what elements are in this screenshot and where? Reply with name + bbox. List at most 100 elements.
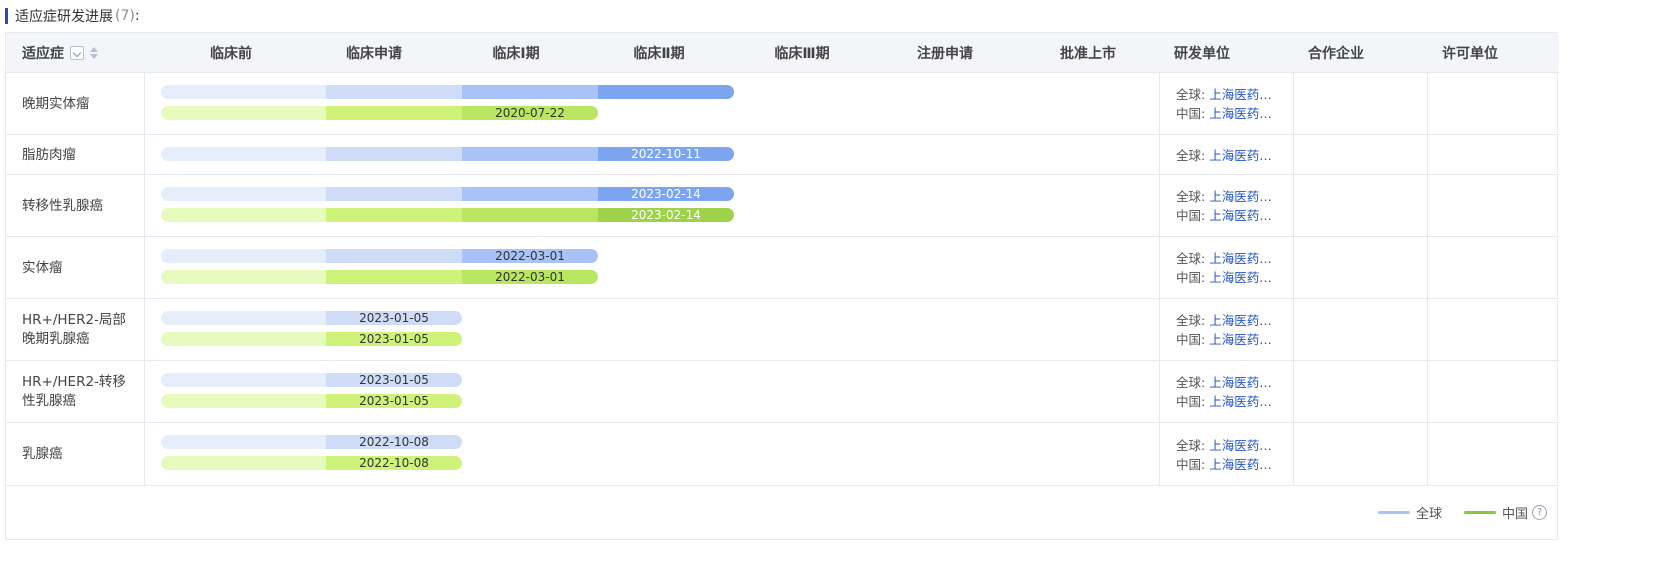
table-row[interactable]: 实体瘤 2022-03-01 2022-03-01 全球: 上海医药… 中国: 上海医药… <box>6 236 1559 298</box>
indication-name-line: 转移性乳腺癌 <box>22 197 103 214</box>
phase-segment <box>161 332 326 346</box>
table-row[interactable]: HR+/HER2-局部 晚期乳腺癌 2023-01-05 2023-01-05 全球: 上… <box>6 298 1559 360</box>
table-footer <box>6 485 1559 539</box>
column-divider <box>1427 175 1428 236</box>
rd-unit-company-link[interactable]: 上海医药… <box>1209 148 1272 163</box>
rd-unit-region-label: 中国: <box>1176 332 1206 347</box>
rd-unit-company-link[interactable]: 上海医药… <box>1209 375 1272 390</box>
phase-segment <box>161 394 326 408</box>
column-divider <box>1293 73 1294 134</box>
phase-date: 2022-10-11 <box>631 147 701 161</box>
table-header: 适应症 临床前 临床申请 临床Ⅰ期 临床Ⅱ期 临床Ⅲ期 注册申请 批准上市 研发… <box>6 33 1559 72</box>
rd-unit-company-link[interactable]: 上海医药… <box>1209 208 1272 223</box>
column-divider <box>1293 175 1294 236</box>
column-divider <box>1159 73 1160 134</box>
rd-unit-line: 中国: 上海医药… <box>1176 268 1272 287</box>
rd-unit-company-link[interactable]: 上海医药… <box>1209 394 1272 409</box>
column-divider <box>1293 237 1294 298</box>
section-title: 适应症研发进展 (7) : <box>5 6 140 26</box>
global-progress-bar[interactable]: 2023-01-05 <box>161 311 462 325</box>
header-phase-approved: 批准上市 <box>1060 45 1116 62</box>
rd-unit-cell: 全球: 上海医药… <box>1176 146 1272 165</box>
column-divider <box>144 73 145 134</box>
indication-name-line: HR+/HER2-转移 <box>22 374 126 390</box>
global-progress-bar[interactable]: 2023-01-05 <box>161 373 462 387</box>
phase-segment <box>326 106 462 120</box>
indication-name[interactable]: 实体瘤 <box>22 259 63 278</box>
table-row[interactable]: HR+/HER2-转移 性乳腺癌 2023-01-05 2023-01-05 全球: 上海… <box>6 360 1559 422</box>
phase-segment <box>598 85 734 99</box>
column-divider <box>1427 361 1428 422</box>
phase-segment <box>161 106 326 120</box>
global-progress-bar[interactable]: 2022-03-01 <box>161 249 598 263</box>
rd-unit-line: 全球: 上海医药… <box>1176 85 1272 104</box>
rd-unit-cell: 全球: 上海医药… 中国: 上海医药… <box>1176 373 1272 411</box>
header-phase-ind: 临床申请 <box>346 45 402 62</box>
phase-segment <box>161 456 326 470</box>
sort-icon[interactable] <box>90 46 98 59</box>
column-divider <box>144 175 145 236</box>
global-progress-bar[interactable]: 2022-10-08 <box>161 435 462 449</box>
rd-unit-company-link[interactable]: 上海医药… <box>1209 457 1272 472</box>
title-accent-bar <box>5 8 8 24</box>
global-progress-bar[interactable]: 2022-10-11 <box>161 147 734 161</box>
phase-segment <box>161 85 326 99</box>
table-row[interactable]: 转移性乳腺癌 2023-02-14 2023-02-14 全球: 上海医药… 中国: 上海医… <box>6 174 1559 236</box>
phase-date: 2022-10-08 <box>359 435 429 449</box>
indication-name-line: 脂肪肉瘤 <box>22 146 76 163</box>
phase-segment <box>161 373 326 387</box>
phase-segment <box>462 187 598 201</box>
china-progress-bar[interactable]: 2023-01-05 <box>161 332 462 346</box>
column-divider <box>144 423 145 485</box>
indication-name[interactable]: 脂肪肉瘤 <box>22 146 76 165</box>
indication-name[interactable]: HR+/HER2-转移 性乳腺癌 <box>22 373 126 411</box>
legend-china: 中国 ? <box>1463 503 1547 522</box>
table-row[interactable]: 晚期实体瘤 2020-07-22 全球: 上海医药… 中国: 上海医药… <box>6 72 1559 134</box>
indication-name[interactable]: 转移性乳腺癌 <box>22 197 103 216</box>
header-rd-unit: 研发单位 <box>1174 45 1230 62</box>
header-phase-1: 临床Ⅰ期 <box>492 45 540 62</box>
legend: 全球 中国 ? <box>1356 503 1547 522</box>
global-progress-bar[interactable]: 2023-02-14 <box>161 187 734 201</box>
phase-date: 2022-10-08 <box>359 456 429 470</box>
rd-unit-company-link[interactable]: 上海医药… <box>1209 270 1272 285</box>
column-divider <box>1427 73 1428 134</box>
phase-segment <box>326 249 462 263</box>
column-divider <box>144 299 145 360</box>
phase-segment <box>161 435 326 449</box>
rd-unit-company-link[interactable]: 上海医药… <box>1209 313 1272 328</box>
header-indication[interactable]: 适应症 <box>22 33 98 72</box>
china-progress-bar[interactable]: 2023-01-05 <box>161 394 462 408</box>
rd-unit-company-link[interactable]: 上海医药… <box>1209 438 1272 453</box>
china-progress-bar[interactable]: 2020-07-22 <box>161 106 598 120</box>
table-row[interactable]: 脂肪肉瘤 2022-10-11 全球: 上海医药… <box>6 134 1559 174</box>
rd-unit-company-link[interactable]: 上海医药… <box>1209 189 1272 204</box>
rd-unit-line: 全球: 上海医药… <box>1176 373 1272 392</box>
phase-segment <box>326 147 462 161</box>
phase-segment <box>326 208 462 222</box>
column-divider <box>144 361 145 422</box>
help-icon[interactable]: ? <box>1532 505 1547 520</box>
filter-dropdown-icon[interactable] <box>70 45 84 60</box>
phase-date: 2022-03-01 <box>495 270 565 284</box>
indication-name[interactable]: 乳腺癌 <box>22 445 63 464</box>
rd-unit-company-link[interactable]: 上海医药… <box>1209 251 1272 266</box>
rd-unit-company-link[interactable]: 上海医药… <box>1209 332 1272 347</box>
global-progress-bar[interactable] <box>161 85 734 99</box>
rd-unit-line: 全球: 上海医药… <box>1176 311 1272 330</box>
section-title-text: 适应症研发进展 <box>15 9 113 25</box>
rd-unit-line: 中国: 上海医药… <box>1176 392 1272 411</box>
phase-date: 2020-07-22 <box>495 106 565 120</box>
table-row[interactable]: 乳腺癌 2022-10-08 2022-10-08 全球: 上海医药… 中国: 上海医药… <box>6 422 1559 485</box>
rd-unit-region-label: 中国: <box>1176 270 1206 285</box>
phase-segment <box>462 147 598 161</box>
indication-name[interactable]: HR+/HER2-局部 晚期乳腺癌 <box>22 311 126 349</box>
china-progress-bar[interactable]: 2023-02-14 <box>161 208 734 222</box>
china-progress-bar[interactable]: 2022-10-08 <box>161 456 462 470</box>
china-progress-bar[interactable]: 2022-03-01 <box>161 270 598 284</box>
rd-unit-company-link[interactable]: 上海医药… <box>1209 106 1272 121</box>
rd-unit-company-link[interactable]: 上海医药… <box>1209 87 1272 102</box>
rd-unit-region-label: 中国: <box>1176 394 1206 409</box>
indication-name[interactable]: 晚期实体瘤 <box>22 95 90 114</box>
rd-unit-cell: 全球: 上海医药… 中国: 上海医药… <box>1176 187 1272 225</box>
